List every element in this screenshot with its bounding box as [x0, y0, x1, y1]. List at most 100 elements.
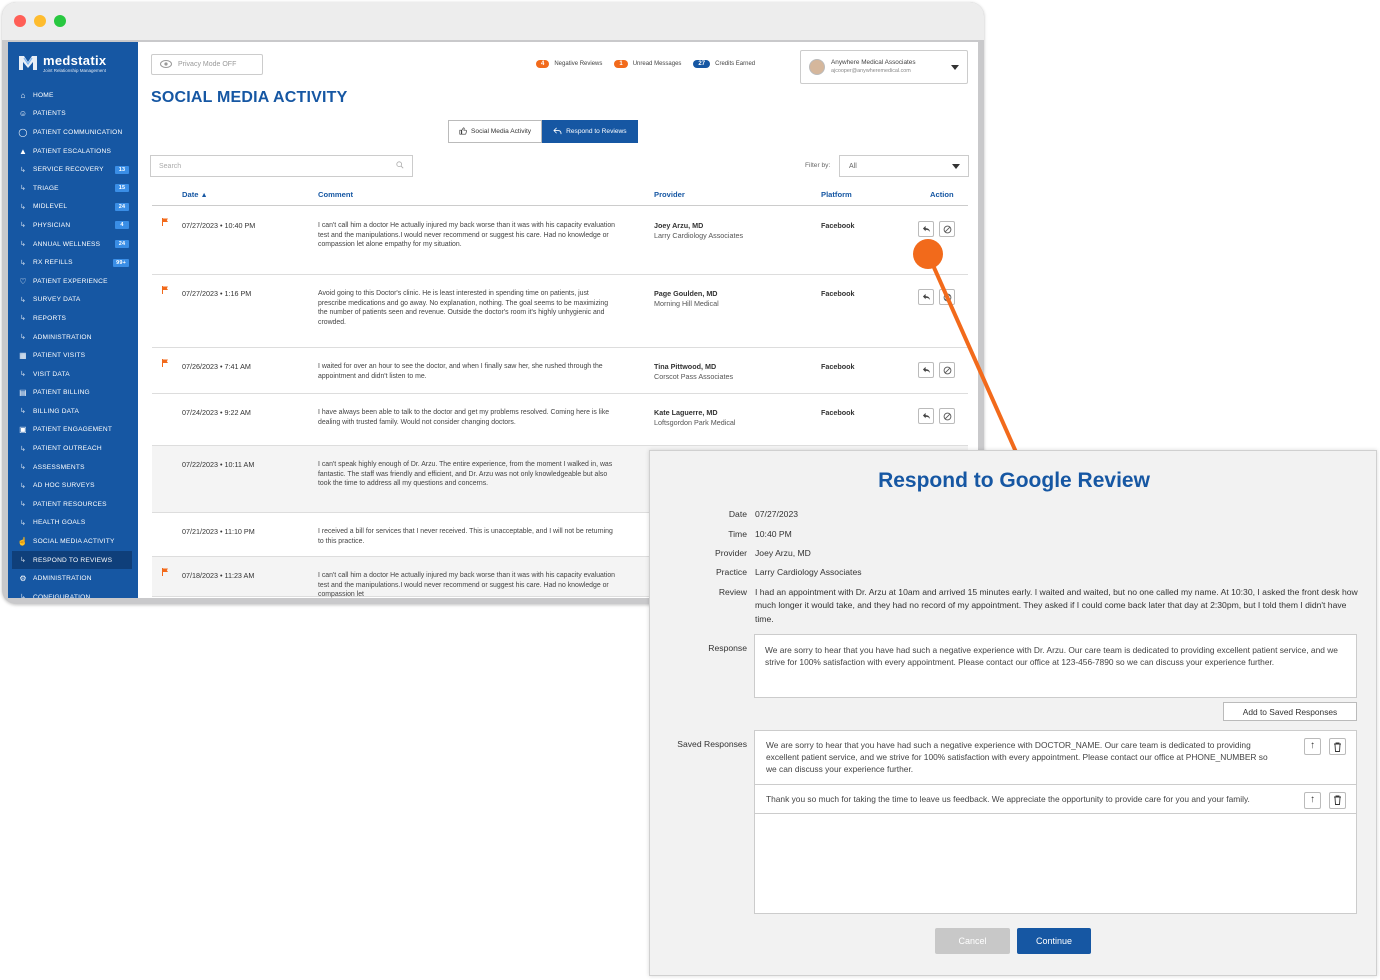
- sidebar-item-triage[interactable]: ↳ TRIAGE 15: [8, 179, 138, 198]
- column-date-label: Date: [182, 190, 199, 199]
- delete-saved-response-button[interactable]: [1329, 738, 1346, 755]
- sidebar-item-home[interactable]: ⌂ HOME: [8, 86, 138, 105]
- window-minimize-button[interactable]: [34, 15, 46, 27]
- sidebar-item-social-media-activity[interactable]: ☝ SOCIAL MEDIA ACTIVITY: [8, 532, 138, 551]
- sidebar-item-patient-engagement[interactable]: ▣ PATIENT ENGAGEMENT: [8, 421, 138, 440]
- column-date[interactable]: Date ▲: [182, 190, 208, 199]
- reply-icon: [922, 293, 930, 301]
- sidebar-item-label: SURVEY DATA: [33, 296, 81, 304]
- provider-name: Tina Pittwood, MD: [654, 362, 717, 371]
- sidebar-item-assessments[interactable]: ↳ ASSESSMENTS: [8, 458, 138, 477]
- sub-arrow-icon: ↳: [19, 334, 27, 342]
- cancel-button[interactable]: Cancel: [935, 928, 1010, 954]
- reply-button[interactable]: [918, 408, 934, 424]
- privacy-mode-label: Privacy Mode OFF: [178, 61, 237, 68]
- sidebar-item-patient-communication[interactable]: ◯ PATIENT COMMUNICATION: [8, 123, 138, 142]
- add-to-saved-responses-button[interactable]: Add to Saved Responses: [1223, 702, 1357, 721]
- table-row[interactable]: 07/24/2023 • 9:22 AM I have always been a…: [152, 394, 968, 446]
- sidebar-item-label: PATIENTS: [33, 110, 66, 118]
- sidebar-item-patient-escalations[interactable]: ▲ PATIENT ESCALATIONS: [8, 142, 138, 161]
- table-row[interactable]: 07/27/2023 • 1:16 PM Avoid going to this …: [152, 275, 968, 348]
- ignore-button[interactable]: [939, 408, 955, 424]
- sidebar-item-respond-to-reviews[interactable]: ↳ RESPOND TO REVIEWS: [12, 550, 132, 570]
- sidebar-item-health-goals[interactable]: ↳ HEALTH GOALS: [8, 514, 138, 533]
- table-row[interactable]: 07/27/2023 • 10:40 PM I can't call him a …: [152, 207, 968, 275]
- sub-arrow-icon: ↳: [19, 519, 27, 527]
- sidebar: medstatix Joint Relationship Management …: [8, 42, 138, 598]
- use-saved-response-button[interactable]: ↑: [1304, 738, 1321, 755]
- sidebar-item-label: PHYSICIAN: [33, 221, 71, 229]
- stat-label: Unread Messages: [632, 61, 682, 67]
- response-textarea[interactable]: We are sorry to hear that you have had s…: [754, 634, 1357, 698]
- sidebar-item-patient-visits[interactable]: ▦ PATIENT VISITS: [8, 346, 138, 365]
- sidebar-item-administration[interactable]: ⚙ ADMINISTRATION: [8, 569, 138, 588]
- review-date: 07/27/2023: [755, 509, 799, 519]
- sidebar-item-patients[interactable]: ☺ PATIENTS: [8, 105, 138, 124]
- medstatix-logo[interactable]: medstatix Joint Relationship Management: [8, 42, 138, 84]
- sidebar-item-ad-hoc-surveys[interactable]: ↳ AD HOC SURVEYS: [8, 476, 138, 495]
- sidebar-item-label: ADMINISTRATION: [33, 575, 92, 583]
- sidebar-item-configuration[interactable]: ↳ CONFIGURATION: [8, 588, 138, 598]
- reply-button[interactable]: [918, 221, 934, 237]
- ignore-button[interactable]: [939, 221, 955, 237]
- practice-name: Corscot Pass Associates: [654, 372, 734, 382]
- sidebar-item-patient-billing[interactable]: ▤ PATIENT BILLING: [8, 384, 138, 403]
- privacy-mode-toggle[interactable]: Privacy Mode OFF: [151, 54, 263, 75]
- row-provider: Tina Pittwood, MD Corscot Pass Associates: [654, 362, 733, 383]
- window-close-button[interactable]: [14, 15, 26, 27]
- block-icon: [943, 366, 951, 374]
- row-actions: [918, 289, 955, 305]
- tab-social-media-activity[interactable]: Social Media Activity: [448, 120, 543, 143]
- trash-icon: [1334, 742, 1341, 752]
- sidebar-item-rx-refills[interactable]: ↳ RX REFILLS 99+: [8, 253, 138, 272]
- sidebar-item-label: RX REFILLS: [33, 259, 73, 267]
- stat-unread-messages[interactable]: 1 Unread Messages: [614, 60, 681, 68]
- search-input[interactable]: Search: [150, 155, 413, 177]
- escalation-icon: ▲: [18, 146, 28, 156]
- arrow-up-icon: ↑: [1310, 793, 1315, 805]
- stat-credits-earned[interactable]: 27 Credits Earned: [693, 60, 755, 68]
- sidebar-item-patient-outreach[interactable]: ↳ PATIENT OUTREACH: [8, 439, 138, 458]
- stat-label: Negative Reviews: [554, 61, 603, 67]
- search-icon: [396, 161, 404, 171]
- sidebar-item-annual-wellness[interactable]: ↳ ANNUAL WELLNESS 24: [8, 235, 138, 254]
- delete-saved-response-button[interactable]: [1329, 791, 1346, 809]
- ignore-button[interactable]: [939, 362, 955, 378]
- row-provider: Kate Laguerre, MD Loftsgordon Park Medica…: [654, 408, 736, 429]
- sidebar-item-administration[interactable]: ↳ ADMINISTRATION: [8, 328, 138, 347]
- sidebar-item-patient-resources[interactable]: ↳ PATIENT RESOURCES: [8, 495, 138, 514]
- sidebar-item-service-recovery[interactable]: ↳ SERVICE RECOVERY 13: [8, 160, 138, 179]
- sidebar-item-reports[interactable]: ↳ REPORTS: [8, 309, 138, 328]
- row-platform: Facebook: [821, 408, 855, 417]
- sidebar-item-patient-experience[interactable]: ♡ PATIENT EXPERIENCE: [8, 272, 138, 291]
- table-row[interactable]: 07/26/2023 • 7:41 AM I waited for over an…: [152, 348, 968, 394]
- sidebar-nav: ⌂ HOME ☺ PATIENTS ◯ PATIENT COMMUNICATION ▲ PAT…: [8, 84, 138, 598]
- sidebar-item-physician[interactable]: ↳ PHYSICIAN 4: [8, 216, 138, 235]
- tab-label: Respond to Reviews: [566, 128, 627, 135]
- sidebar-item-billing-data[interactable]: ↳ BILLING DATA: [8, 402, 138, 421]
- saved-response-item[interactable]: We are sorry to hear that you have had s…: [755, 731, 1356, 785]
- saved-response-item[interactable]: Thank you so much for taking the time to…: [755, 785, 1356, 814]
- filter-select[interactable]: All: [839, 155, 969, 177]
- sidebar-item-midlevel[interactable]: ↳ MIDLEVEL 24: [8, 198, 138, 217]
- users-icon: ☺: [18, 109, 28, 119]
- sidebar-item-visit-data[interactable]: ↳ VISIT DATA: [8, 365, 138, 384]
- sidebar-item-label: REPORTS: [33, 314, 67, 322]
- stat-negative-reviews[interactable]: 4 Negative Reviews: [536, 60, 602, 68]
- chat-icon: ◯: [18, 127, 28, 137]
- engagement-icon: ▣: [19, 425, 27, 435]
- saved-response-text: We are sorry to hear that you have had s…: [766, 740, 1268, 775]
- row-comment: I can't speak highly enough of Dr. Arzu.…: [318, 461, 613, 488]
- flag-icon: [162, 359, 168, 367]
- row-date: 07/21/2023 • 11:10 PM: [182, 527, 255, 536]
- window-maximize-button[interactable]: [54, 15, 66, 27]
- continue-button[interactable]: Continue: [1017, 928, 1091, 954]
- reply-button[interactable]: [918, 362, 934, 378]
- account-selector[interactable]: Anywhere Medical Associates ajcooper@any…: [800, 50, 968, 84]
- tab-respond-to-reviews[interactable]: Respond to Reviews: [542, 120, 638, 143]
- row-actions: [918, 408, 955, 424]
- ignore-button[interactable]: [939, 289, 955, 305]
- reply-button[interactable]: [918, 289, 934, 305]
- use-saved-response-button[interactable]: ↑: [1304, 791, 1321, 809]
- sidebar-item-survey-data[interactable]: ↳ SURVEY DATA: [8, 291, 138, 310]
